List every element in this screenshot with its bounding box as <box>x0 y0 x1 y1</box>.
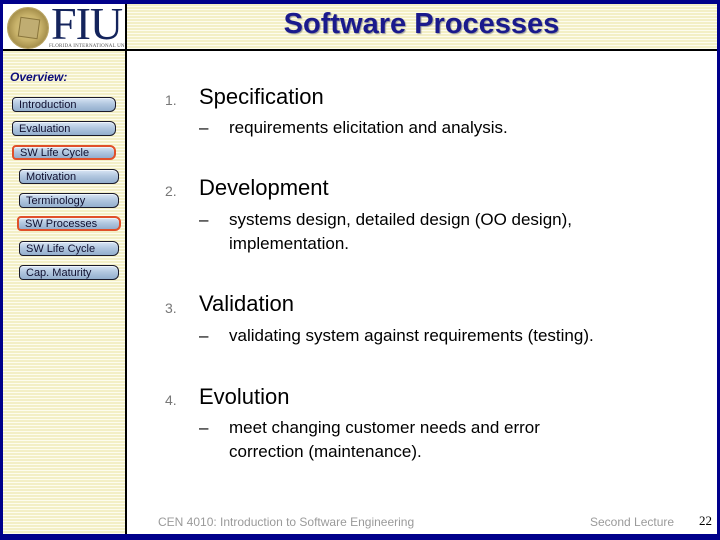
footer-lecture: Second Lecture <box>590 515 675 529</box>
item-dash: – <box>199 326 209 345</box>
page-number: 22 <box>699 513 712 528</box>
item-number: 1. <box>165 92 177 108</box>
item-dash: – <box>199 118 209 137</box>
item-heading: Development <box>199 175 329 200</box>
item-detail: systems design, detailed design (OO desi… <box>229 210 573 253</box>
item-number: 2. <box>165 183 177 199</box>
nav-sw-processes-button[interactable]: SW Processes <box>17 216 121 231</box>
slide-title: Software Processes <box>283 8 560 40</box>
sidebar-divider <box>125 4 127 534</box>
item-number: 4. <box>165 392 177 408</box>
logo-text: FIU <box>51 4 123 49</box>
nav-introduction-button[interactable]: Introduction <box>12 97 116 112</box>
sidebar-heading: Overview: <box>10 70 68 84</box>
nav-sw-life-cycle-sub-button[interactable]: SW Life Cycle <box>19 241 119 256</box>
university-logo: FIU FLORIDA INTERNATIONAL UNIVERSITY <box>3 4 125 49</box>
item-detail: requirements elicitation and analysis. <box>229 118 508 137</box>
item-heading: Validation <box>199 291 294 316</box>
nav-evaluation-button[interactable]: Evaluation <box>12 121 116 136</box>
item-dash: – <box>199 210 209 229</box>
nav-terminology-button[interactable]: Terminology <box>19 193 119 208</box>
item-detail: validating system against requirements (… <box>229 326 594 345</box>
nav-sw-life-cycle-button[interactable]: SW Life Cycle <box>12 145 116 160</box>
nav-cap-maturity-button[interactable]: Cap. Maturity <box>19 265 119 280</box>
item-heading: Evolution <box>199 384 290 409</box>
university-seal-icon <box>7 7 49 49</box>
item-number: 3. <box>165 300 177 316</box>
nav-motivation-button[interactable]: Motivation <box>19 169 119 184</box>
item-dash: – <box>199 418 209 437</box>
footer-course: CEN 4010: Introduction to Software Engin… <box>158 515 415 529</box>
item-heading: Specification <box>199 84 324 109</box>
frame-bottom-border <box>0 534 720 540</box>
item-detail: meet changing customer needs and error c… <box>229 418 540 461</box>
